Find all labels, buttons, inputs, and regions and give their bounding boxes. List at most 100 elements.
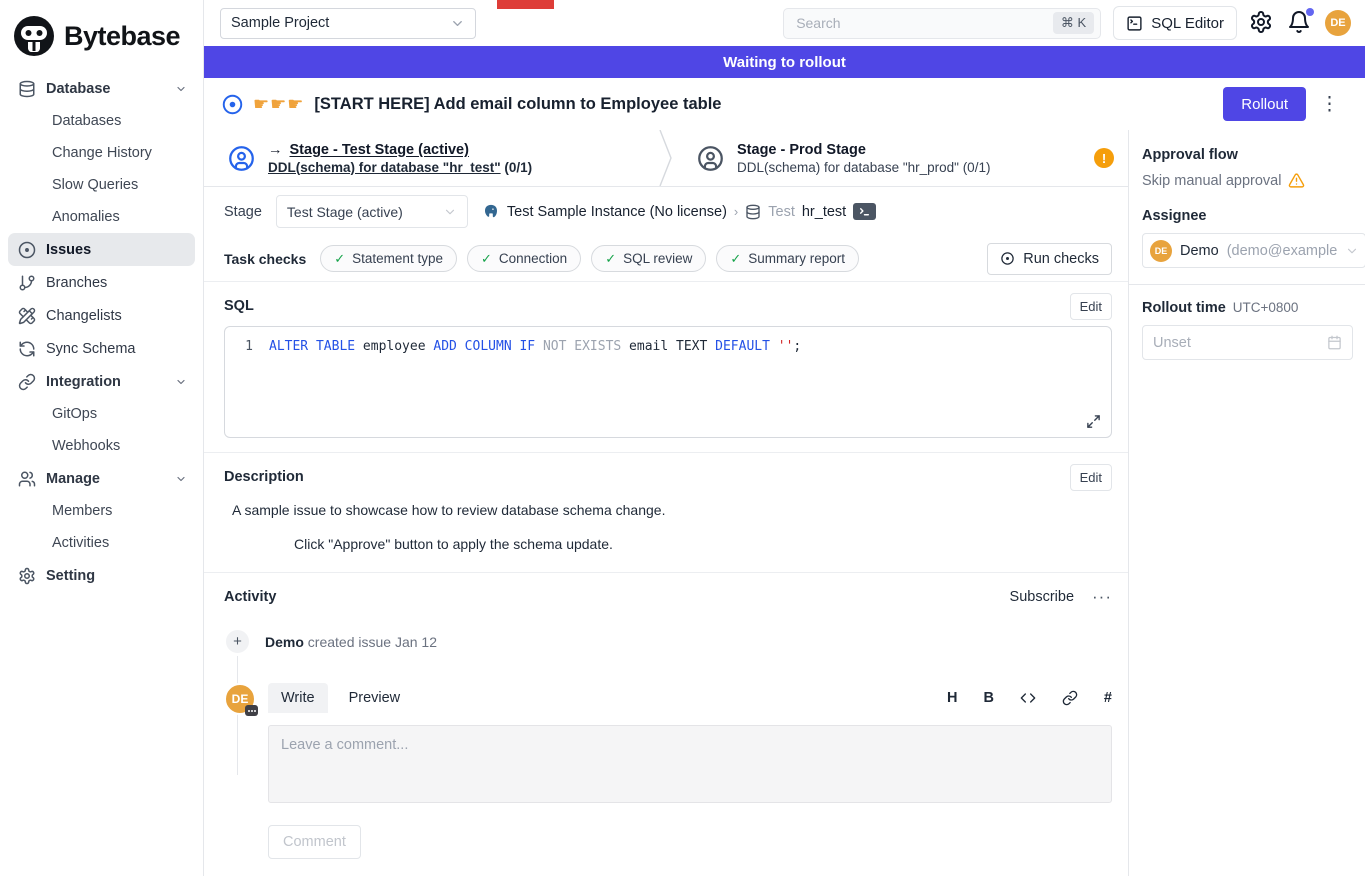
user-avatar[interactable]: DE [1325,10,1351,36]
sidebar-item-slow-queries[interactable]: Slow Queries [8,169,195,201]
sidebar-item-label: Changelists [46,308,122,324]
rollout-time-placeholder: Unset [1153,335,1191,351]
tab-write[interactable]: Write [268,683,328,713]
assignee-email: (demo@example [1227,243,1338,259]
sidebar-item-webhooks[interactable]: Webhooks [8,430,195,462]
check-pill-sql-review[interactable]: ✓SQL review [591,245,706,272]
comment-submit-button[interactable]: Comment [268,825,361,859]
assignee-select[interactable]: DE Demo (demo@example [1142,233,1365,268]
stage-label: Stage [224,204,262,220]
sidebar-item-databases[interactable]: Databases [8,105,195,137]
warning-triangle-icon [1288,172,1305,189]
comment-textarea[interactable]: Leave a comment... [268,725,1112,803]
assignee-avatar: DE [1150,240,1172,262]
sidebar-item-label: Setting [46,568,95,584]
description-title: Description [224,469,304,485]
sidebar-item-manage[interactable]: Manage [8,462,195,495]
sidebar-item-label: Databases [52,113,121,129]
check-label: Summary report [748,251,845,266]
hash-format-button[interactable]: # [1104,690,1112,706]
sidebar-item-issues[interactable]: Issues [8,233,195,266]
line-number: 1 [225,339,269,354]
stage-select[interactable]: Test Stage (active) [276,195,468,228]
approval-status: Skip manual approval [1142,173,1281,189]
run-checks-button[interactable]: Run checks [987,243,1112,275]
task-link[interactable]: DDL(schema) for database "hr_test" [268,160,501,175]
avatar-initials: DE [232,692,249,706]
sidebar-item-changelists[interactable]: Changelists [8,299,195,332]
notification-dot [1306,8,1314,16]
description-edit-button[interactable]: Edit [1070,464,1112,491]
notifications-button[interactable] [1287,10,1313,36]
gear-icon [18,567,36,585]
search-input[interactable]: Search ⌘ K [783,8,1101,39]
warning-badge: ! [1094,148,1114,168]
git-branch-icon [18,274,36,292]
stage-user-icon [697,145,724,172]
sidebar-item-members[interactable]: Members [8,495,195,527]
sidebar-item-anomalies[interactable]: Anomalies [8,201,195,233]
issue-title: [START HERE] Add email column to Employe… [314,95,721,114]
rollout-button[interactable]: Rollout [1223,87,1306,121]
comment-editor: DE Write Preview H B [224,683,1112,859]
brand-logo[interactable]: Bytebase [8,10,195,72]
more-icon[interactable]: ··· [1092,587,1112,607]
kebab-menu-icon[interactable]: ⋮ [1316,95,1343,114]
stage-name: Stage - Test Stage (active) [290,142,469,158]
chevron-down-icon [175,83,187,95]
project-select[interactable]: Sample Project [220,8,476,39]
sql-editor-button[interactable]: SQL Editor [1113,6,1237,40]
rollout-timezone: UTC+0800 [1233,300,1299,315]
check-pill-statement-type[interactable]: ✓Statement type [320,245,457,272]
check-label: Connection [499,251,567,266]
activity-section: Activity Subscribe ··· + Demo created is… [204,573,1128,876]
brand-name: Bytebase [64,21,180,52]
check-pass-icon: ✓ [334,251,345,267]
sidebar-item-change-history[interactable]: Change History [8,137,195,169]
subscribe-button[interactable]: Subscribe [1010,589,1074,605]
code-format-button[interactable] [1020,690,1036,706]
database-link[interactable]: hr_test [802,204,846,220]
sidebar-item-integration[interactable]: Integration [8,365,195,398]
pointer-emojis: ☛☛☛ [253,94,304,115]
stage-separator [659,130,673,186]
chevron-down-icon [450,16,465,31]
refresh-icon [18,340,36,358]
sidebar-item-database[interactable]: Database [8,72,195,105]
postgres-icon [482,203,500,221]
bytebase-app: Bytebase Database Databases Change Histo… [0,0,1365,876]
chevron-down-icon [1345,244,1359,258]
settings-button[interactable] [1249,10,1275,36]
sidebar-item-gitops[interactable]: GitOps [8,398,195,430]
sidebar-item-label: Manage [46,471,100,487]
approval-flow-title: Approval flow [1142,147,1365,163]
stage-card-test[interactable]: → Stage - Test Stage (active) DDL(schema… [204,130,659,186]
event-action: created issue [308,634,391,650]
gear-icon [1249,10,1273,34]
sidebar-item-activities[interactable]: Activities [8,527,195,559]
sidebar-item-label: Members [52,503,112,519]
bold-format-button[interactable]: B [983,690,993,706]
check-pill-connection[interactable]: ✓Connection [467,245,581,272]
sidebar-item-setting[interactable]: Setting [8,559,195,592]
chat-bubble-icon [245,705,258,716]
rollout-time-input[interactable]: Unset [1142,325,1353,360]
sidebar-item-sync-schema[interactable]: Sync Schema [8,332,195,365]
sidebar-item-branches[interactable]: Branches [8,266,195,299]
check-pill-summary-report[interactable]: ✓Summary report [716,245,859,272]
link-format-button[interactable] [1062,690,1078,706]
pencil-ruler-icon [18,307,36,325]
rollout-time-title: Rollout time [1142,300,1226,316]
current-stage-arrow-icon: → [268,142,283,158]
activity-title: Activity [224,589,276,605]
sql-edit-button[interactable]: Edit [1070,293,1112,320]
heading-format-button[interactable]: H [947,690,957,706]
tab-preview[interactable]: Preview [336,683,414,713]
open-sql-editor-badge[interactable] [853,203,876,220]
instance-link[interactable]: Test Sample Instance (No license) [507,204,727,220]
sql-code-block: 1 ALTER TABLE employee ADD COLUMN IF NOT… [224,326,1112,438]
sql-editor-label: SQL Editor [1151,15,1224,32]
stage-card-prod[interactable]: Stage - Prod Stage DDL(schema) for datab… [673,130,1128,186]
expand-icon[interactable] [1086,414,1101,429]
sidebar-item-label: Anomalies [52,209,120,225]
